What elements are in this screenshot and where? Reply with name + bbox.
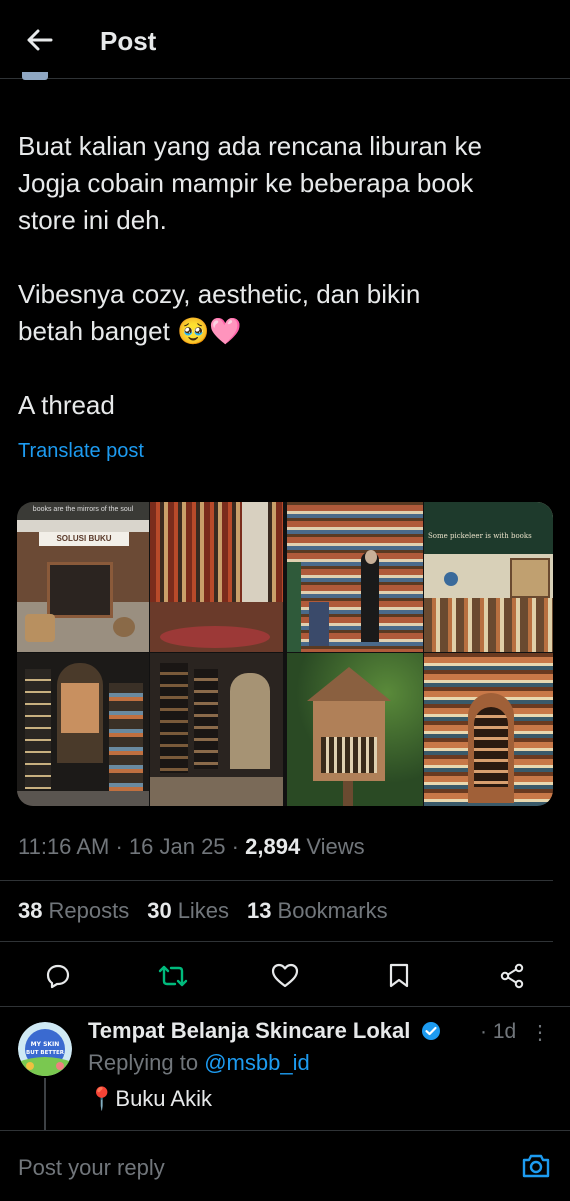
post-action-bar xyxy=(0,952,570,1000)
reply-text: 📍Buku Akik xyxy=(88,1086,212,1111)
media-image-tall-shelves[interactable] xyxy=(287,502,423,652)
divider xyxy=(0,941,553,942)
reposts-stat[interactable]: 38 Reposts xyxy=(18,898,129,924)
previous-post-icon xyxy=(22,72,48,80)
media-image-shelves-rug[interactable] xyxy=(150,502,283,652)
media-image-little-library[interactable] xyxy=(287,653,423,806)
likes-stat[interactable]: 30 Likes xyxy=(147,898,229,924)
svg-text:MY SKIN: MY SKIN xyxy=(31,1041,60,1048)
bookmarks-stat[interactable]: 13 Bookmarks xyxy=(247,898,388,924)
more-options-icon[interactable]: ⋮ xyxy=(530,1020,550,1045)
verified-badge-icon xyxy=(421,1021,441,1047)
replying-to: Replying to @msbb_id xyxy=(88,1050,310,1075)
post-media-grid[interactable]: books are the mirrors of the soul SOLUSI… xyxy=(17,502,553,806)
camera-icon[interactable] xyxy=(520,1150,552,1182)
post-stats: 38 Reposts 30 Likes 13 Bookmarks xyxy=(18,898,388,924)
thread-line xyxy=(44,1078,46,1130)
repost-icon[interactable] xyxy=(155,960,191,992)
replying-handle-link[interactable]: @msbb_id xyxy=(204,1050,310,1075)
back-arrow-icon[interactable] xyxy=(22,22,58,58)
divider xyxy=(0,1006,570,1007)
sign-text: books are the mirrors of the soul xyxy=(32,506,134,513)
reply-input[interactable]: Post your reply xyxy=(18,1155,165,1181)
reply-author[interactable]: Tempat Belanja Skincare Lokal xyxy=(88,1018,441,1047)
post-metadata: 11:16 AM · 16 Jan 25 · 2,894 Views xyxy=(18,834,365,859)
media-image-bookstore-interior[interactable]: Some pickeleer is with books xyxy=(424,502,553,652)
avatar[interactable]: MY SKIN BUT BETTER xyxy=(18,1022,72,1076)
bookmark-icon[interactable] xyxy=(381,960,417,992)
media-image-dark-arches[interactable] xyxy=(17,653,149,806)
views-label: Views xyxy=(306,834,365,859)
store-sign: SOLUSI BUKU xyxy=(39,532,129,546)
views-count: 2,894 xyxy=(245,834,301,859)
reply-icon[interactable] xyxy=(40,960,76,992)
media-image-bookstore-facade[interactable]: books are the mirrors of the soul SOLUSI… xyxy=(17,502,149,652)
media-image-dark-library[interactable] xyxy=(150,653,283,806)
like-heart-icon[interactable] xyxy=(267,960,303,992)
svg-text:BUT BETTER: BUT BETTER xyxy=(26,1050,65,1056)
sign-text: Some pickeleer is with books xyxy=(428,532,532,540)
post-text: Buat kalian yang ada rencana liburan ke … xyxy=(18,131,482,420)
share-icon[interactable] xyxy=(494,960,530,992)
page-title: Post xyxy=(100,26,157,56)
reply-time: · 1d xyxy=(480,1020,517,1043)
top-bar xyxy=(0,0,570,79)
post-time: 11:16 AM xyxy=(18,834,110,859)
divider xyxy=(0,880,553,881)
translate-post-link[interactable]: Translate post xyxy=(18,440,144,463)
media-image-wooden-shelves[interactable] xyxy=(424,653,553,806)
post-date: 16 Jan 25 xyxy=(128,834,226,859)
